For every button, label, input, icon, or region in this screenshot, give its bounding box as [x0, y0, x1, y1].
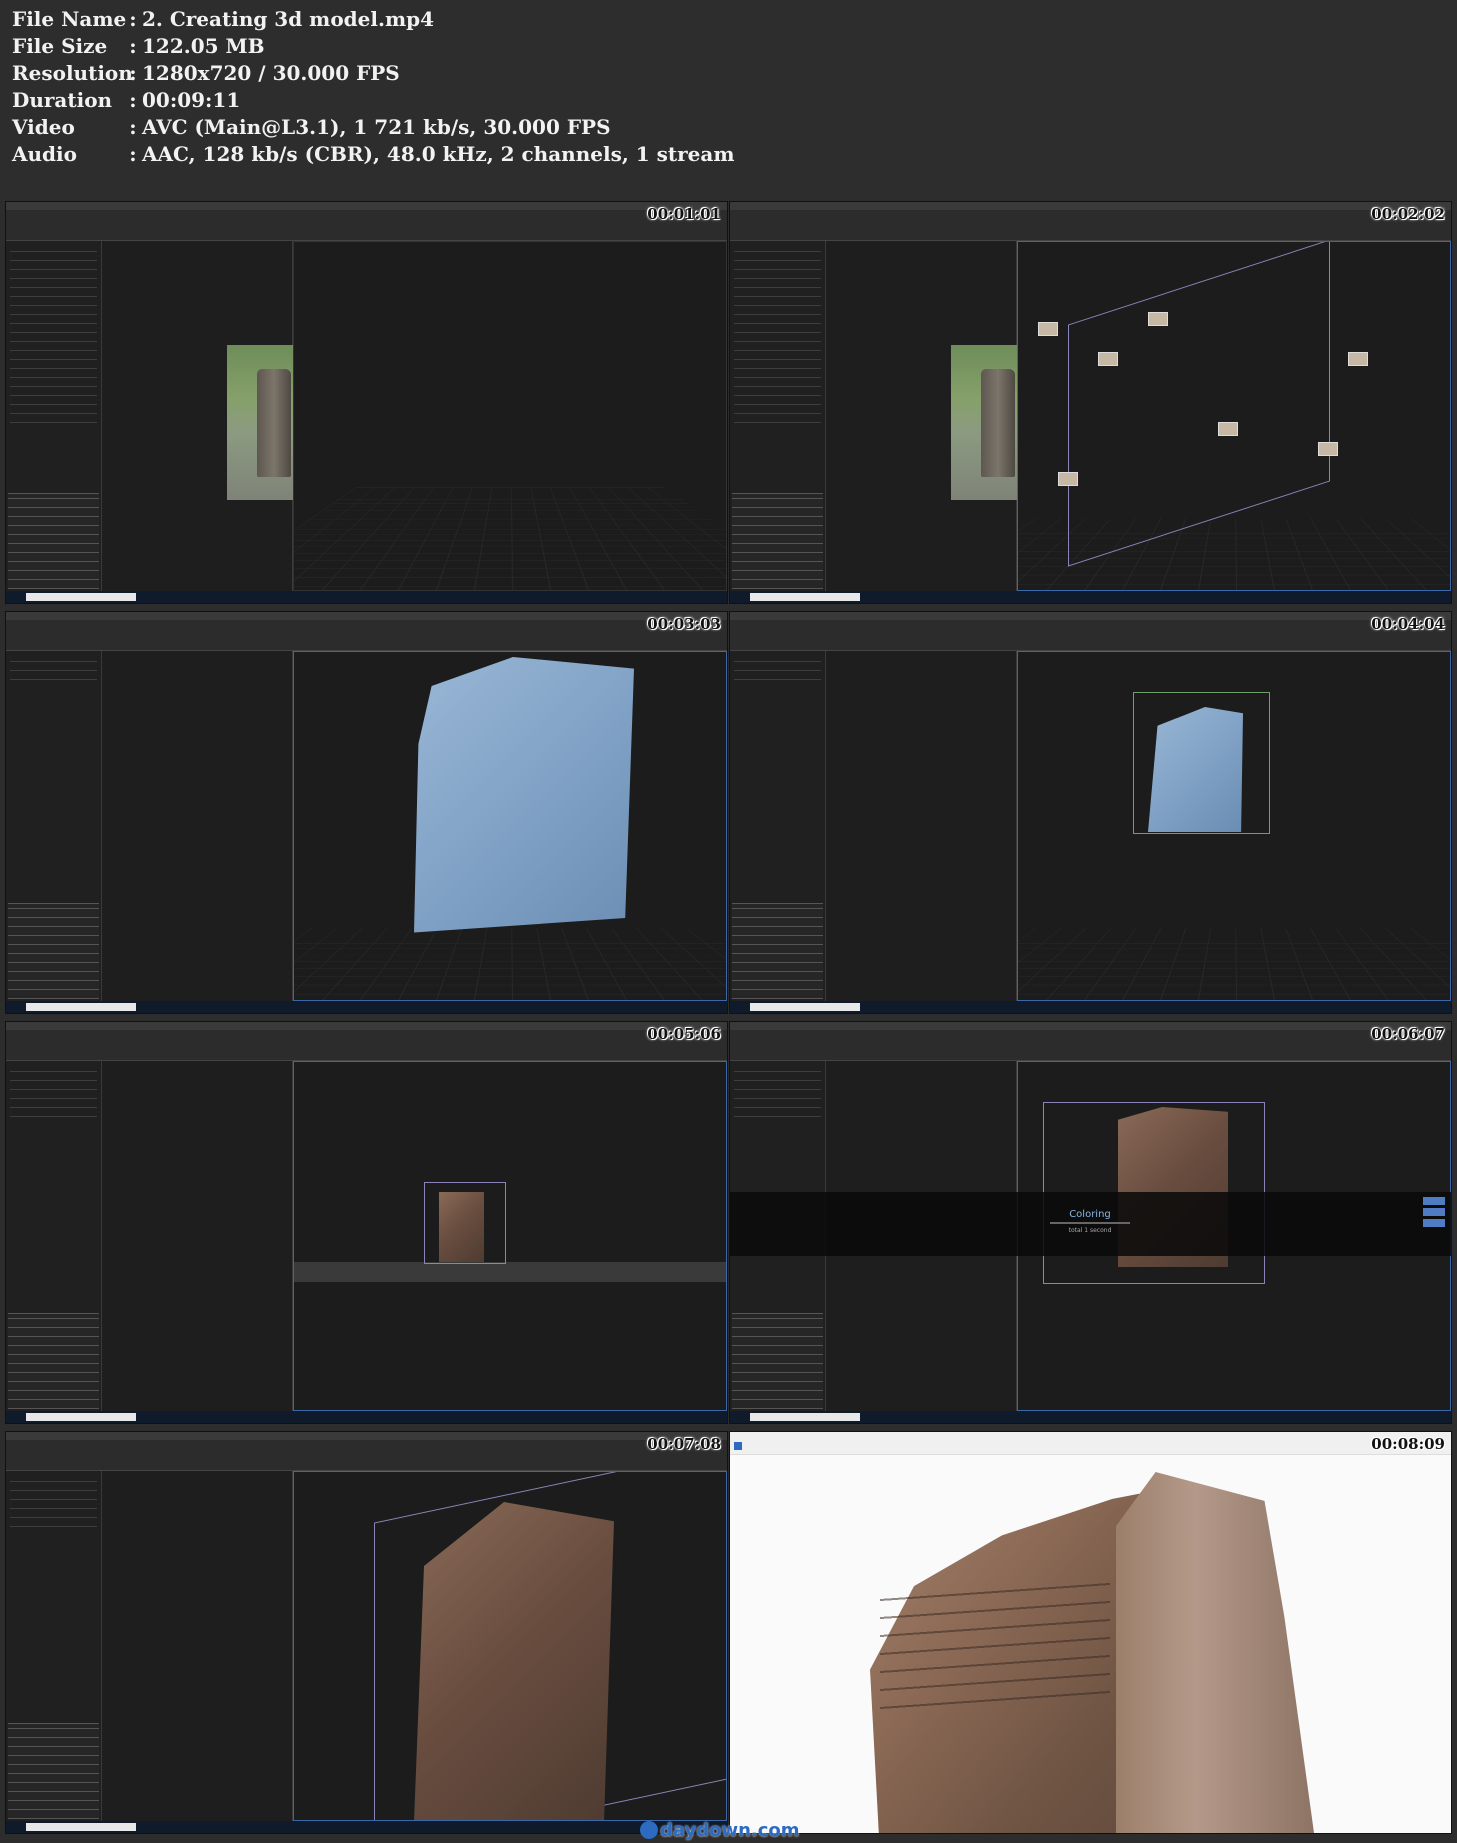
- timecode: 00:05:06: [647, 1025, 721, 1043]
- timecode: 00:06:07: [1371, 1025, 1445, 1043]
- camera-icon: [1148, 312, 1168, 326]
- project-panel: [6, 241, 102, 591]
- scene-tree: [734, 1067, 821, 1117]
- progress-overlay: [730, 1192, 1451, 1256]
- project-panel: [730, 651, 826, 1001]
- taskbar: [730, 591, 1451, 603]
- camera-icon: [1058, 472, 1078, 486]
- taskbar-search: [750, 593, 860, 601]
- settings-panel: [8, 493, 99, 589]
- 2d-view: [102, 651, 293, 1001]
- mesh-model: [414, 657, 634, 933]
- taskbar-search: [26, 1413, 136, 1421]
- 3d-viewport: [293, 651, 727, 1001]
- image-view: [826, 241, 1043, 591]
- grid-floor: [294, 487, 726, 590]
- ribbon-toolbar: [730, 612, 1451, 651]
- timecode: 00:02:02: [1371, 205, 1445, 223]
- watermark: daydown.com: [640, 1820, 810, 1842]
- 3d-viewport: [293, 1471, 727, 1821]
- taskbar-search: [750, 1003, 860, 1011]
- 2d-view: [102, 1471, 293, 1821]
- app-icon: [734, 1442, 742, 1450]
- mesh-model: [1148, 707, 1243, 832]
- image-view: [102, 241, 319, 591]
- thumbnail-5: 00:05:06: [5, 1021, 728, 1424]
- 3d-viewport: [293, 1061, 727, 1411]
- ribbon-toolbar: [6, 202, 727, 241]
- settings-panel: [8, 903, 99, 999]
- taskbar-search: [26, 1003, 136, 1011]
- timecode: 00:08:09: [1371, 1435, 1445, 1453]
- timecode: 00:04:04: [1371, 615, 1445, 633]
- timecode: 00:01:01: [647, 205, 721, 223]
- ribbon-toolbar: [6, 1022, 727, 1061]
- 3d-viewport: [293, 241, 727, 591]
- progress-subtitle: total 1 second: [1068, 1227, 1112, 1234]
- textured-model: [439, 1192, 484, 1262]
- 3d-viewport: [1017, 241, 1451, 591]
- settings-panel: [732, 903, 823, 999]
- inscription: [880, 1573, 1110, 1721]
- side-button[interactable]: [1423, 1219, 1445, 1227]
- thumbnail-7: 00:07:08: [5, 1431, 728, 1834]
- settings-panel: [8, 1723, 99, 1819]
- camera-icon: [1038, 322, 1058, 336]
- ground-plane: [294, 1262, 726, 1282]
- ribbon-toolbar: [6, 612, 727, 651]
- thumbnail-grid: 00:01:01 00:02:02 00:03:03 00:04:04 00:0…: [0, 0, 1457, 1843]
- scene-tree: [10, 657, 97, 687]
- taskbar: [730, 1411, 1451, 1423]
- thumbnail-8: 00:08:09: [729, 1431, 1452, 1834]
- settings-panel: [732, 1313, 823, 1409]
- model-side: [1116, 1472, 1314, 1833]
- grid-floor: [1018, 927, 1450, 1000]
- reconstruction-region: [1068, 242, 1330, 567]
- settings-panel: [732, 493, 823, 589]
- project-panel: [6, 1061, 102, 1411]
- settings-panel: [8, 1313, 99, 1409]
- project-panel: [730, 241, 826, 591]
- scene-tree: [734, 657, 821, 687]
- camera-icon: [1218, 422, 1238, 436]
- camera-icon: [1098, 352, 1118, 366]
- taskbar: [6, 591, 727, 603]
- camera-icon: [1348, 352, 1368, 366]
- 2d-view: [102, 1061, 293, 1411]
- logo-icon: [640, 1821, 658, 1839]
- taskbar-search: [26, 1823, 136, 1831]
- image-list: [10, 247, 97, 427]
- taskbar: [6, 1821, 727, 1833]
- taskbar: [6, 1411, 727, 1423]
- ribbon-toolbar: [6, 1432, 727, 1471]
- scene-tree: [10, 1067, 97, 1117]
- viewer-toolbar: [730, 1432, 1451, 1455]
- side-button[interactable]: [1423, 1197, 1445, 1205]
- timecode: 00:03:03: [647, 615, 721, 633]
- thumbnail-3: 00:03:03: [5, 611, 728, 1014]
- side-button[interactable]: [1423, 1208, 1445, 1216]
- taskbar: [6, 1001, 727, 1013]
- taskbar-search: [750, 1413, 860, 1421]
- thumbnail-2: 00:02:02: [729, 201, 1452, 604]
- image-list: [734, 247, 821, 427]
- 2d-view: [826, 651, 1017, 1001]
- grid-floor: [294, 927, 726, 1000]
- thumbnail-4: 00:04:04: [729, 611, 1452, 1014]
- scene-tree: [10, 1477, 97, 1527]
- progress-bar: [1050, 1222, 1130, 1224]
- project-panel: [6, 651, 102, 1001]
- ribbon-toolbar: [730, 1022, 1451, 1061]
- thumbnail-1: 00:01:01: [5, 201, 728, 604]
- progress-title: Coloring: [1069, 1209, 1111, 1220]
- taskbar-search: [26, 593, 136, 601]
- timecode: 00:07:08: [647, 1435, 721, 1453]
- thumbnail-6: Coloring total 1 second 00:06:07: [729, 1021, 1452, 1424]
- taskbar: [730, 1001, 1451, 1013]
- project-panel: [6, 1471, 102, 1821]
- 3d-viewport: [1017, 651, 1451, 1001]
- camera-icon: [1318, 442, 1338, 456]
- ribbon-toolbar: [730, 202, 1451, 241]
